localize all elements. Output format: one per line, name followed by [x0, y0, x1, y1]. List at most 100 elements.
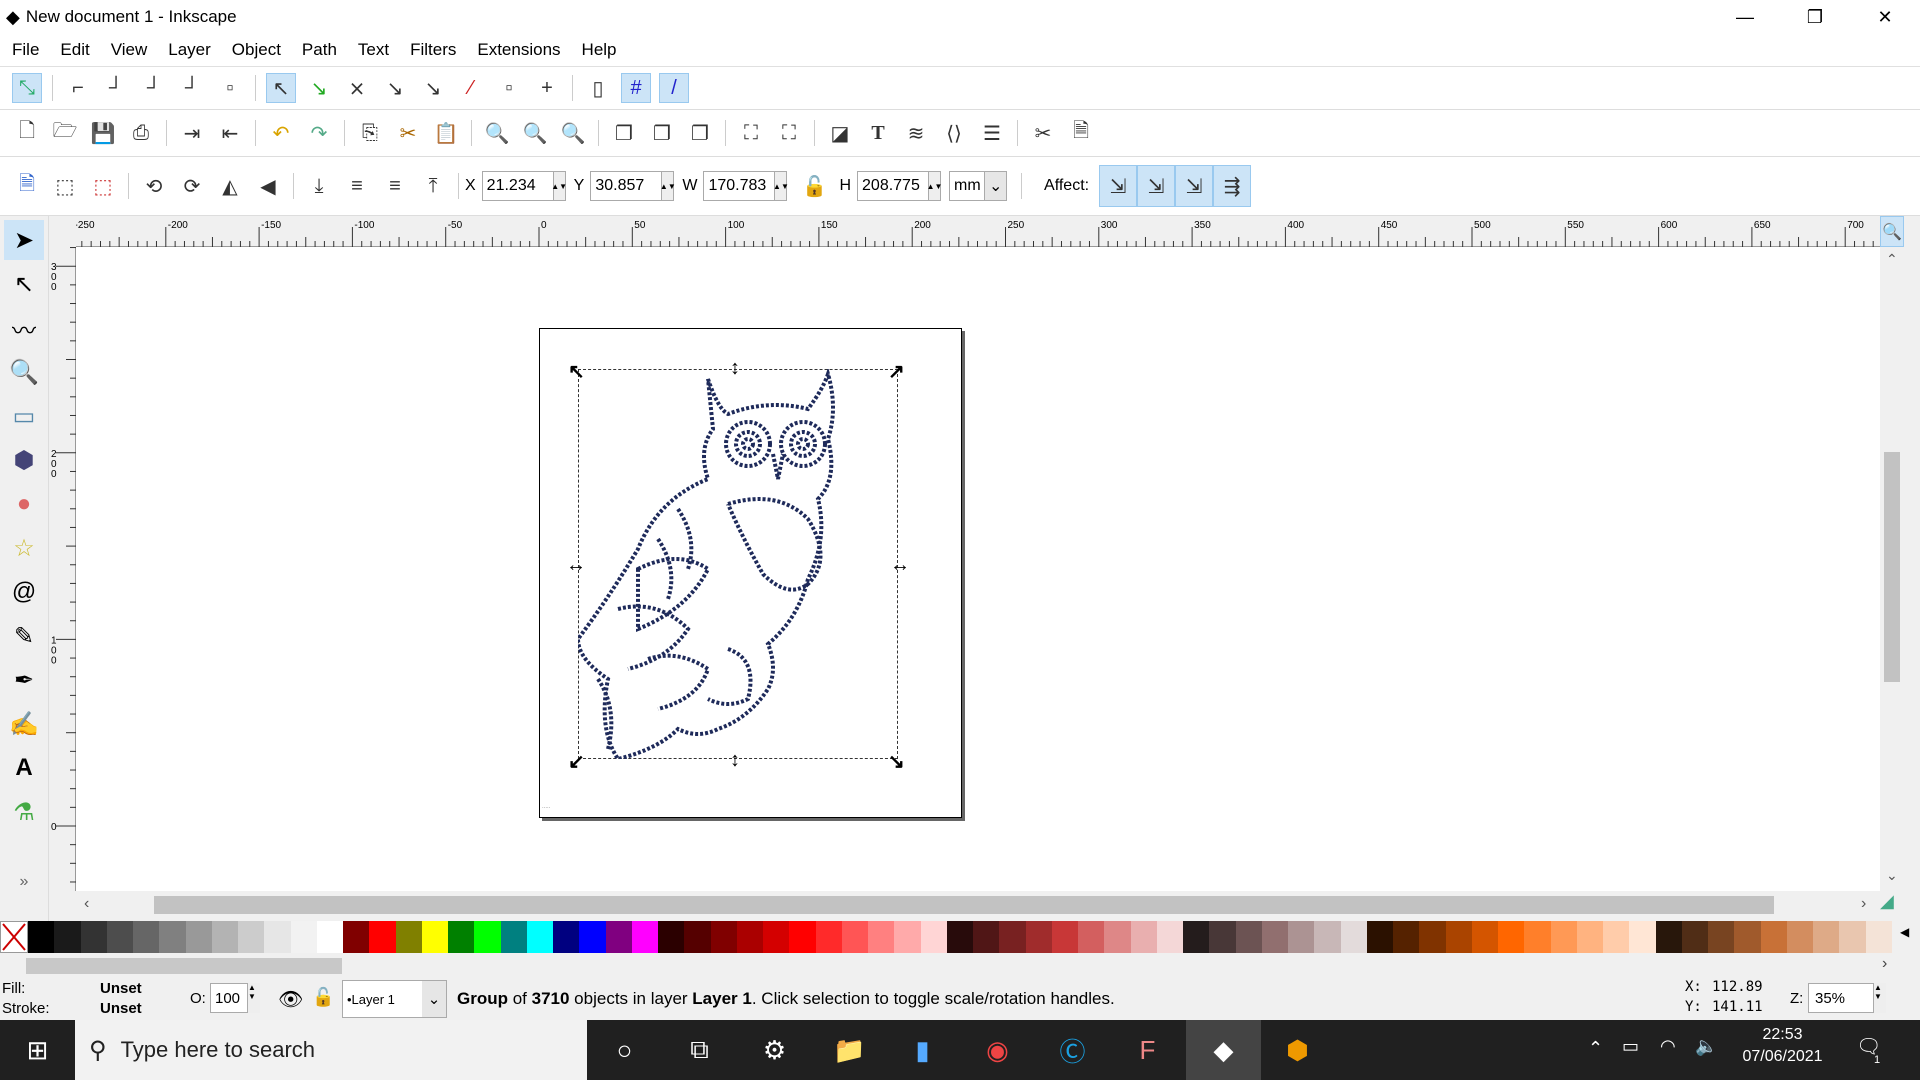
snap-page-icon[interactable]: ▯ [583, 73, 613, 103]
inkscape-taskbar-icon[interactable]: ◆ [1186, 1020, 1261, 1080]
color-swatch[interactable] [841, 921, 868, 953]
color-swatch[interactable] [1261, 921, 1288, 953]
scroll-right-icon[interactable]: › [1861, 895, 1866, 913]
color-swatch[interactable] [1366, 921, 1393, 953]
ungroup-icon[interactable]: ⛶ [774, 118, 804, 148]
color-swatch[interactable] [631, 921, 658, 953]
color-swatch[interactable] [1681, 921, 1708, 953]
spiral-tool-icon[interactable]: @ [4, 572, 44, 612]
open-icon[interactable]: 🗁 [50, 118, 80, 148]
rotate-cw-icon[interactable]: ⟳ [177, 171, 207, 201]
w-spinner[interactable]: ▲▼ [773, 171, 789, 201]
snap-guide-icon[interactable]: / [659, 73, 689, 103]
color-swatch[interactable] [736, 921, 763, 953]
scale-corners-icon[interactable]: ⇲ [1137, 165, 1176, 207]
move-gradients-icon[interactable]: ⇲ [1175, 165, 1214, 207]
align-distribute-icon[interactable]: ☰ [977, 118, 1007, 148]
scale-handle[interactable]: ↕ [730, 357, 740, 380]
color-swatch[interactable] [1104, 921, 1131, 953]
vertical-ruler[interactable]: 3002001000 [49, 247, 76, 891]
color-swatch[interactable] [1550, 921, 1577, 953]
color-swatch[interactable] [80, 921, 107, 953]
snap-bbox-center-icon[interactable]: ▫ [215, 73, 245, 103]
menu-edit[interactable]: Edit [60, 40, 89, 60]
palette-menu-icon[interactable]: ◀ [1900, 925, 1909, 939]
menu-text[interactable]: Text [358, 40, 389, 60]
color-swatch[interactable] [421, 921, 448, 953]
chrome-icon[interactable]: ◉ [960, 1020, 1035, 1080]
stroke-value[interactable]: Unset [100, 1000, 142, 1017]
color-swatch[interactable] [1393, 921, 1420, 953]
lower-to-bottom-icon[interactable]: ⤓ [304, 171, 334, 201]
color-swatch[interactable] [54, 921, 81, 953]
h-spinner[interactable]: ▲▼ [927, 171, 942, 201]
color-swatch[interactable] [920, 921, 947, 953]
star-tool-icon[interactable]: ☆ [4, 528, 44, 568]
layer-lock-icon[interactable]: 🔓 [312, 987, 334, 1008]
zoom-tool-icon[interactable]: 🔍 [4, 352, 44, 392]
color-swatch[interactable] [1051, 921, 1078, 953]
color-swatch[interactable] [894, 921, 921, 953]
color-swatch[interactable] [185, 921, 212, 953]
color-swatch[interactable] [1655, 921, 1682, 953]
snap-toggle-icon[interactable]: ⤡ [12, 73, 42, 103]
color-swatch[interactable] [815, 921, 842, 953]
color-swatch[interactable] [763, 921, 790, 953]
snap-center-icon[interactable]: ▫ [494, 73, 524, 103]
rotate-ccw-icon[interactable]: ⟲ [139, 171, 169, 201]
menu-layer[interactable]: Layer [168, 40, 211, 60]
color-swatch[interactable] [1314, 921, 1341, 953]
scroll-left-icon[interactable]: ‹ [84, 895, 89, 913]
new-document-icon[interactable]: 🗋 [12, 118, 42, 148]
zoom-input[interactable]: 35% [1808, 983, 1874, 1013]
zoom-correction-icon[interactable]: 🔍 [1880, 216, 1904, 247]
menu-object[interactable]: Object [232, 40, 281, 60]
scale-stroke-icon[interactable]: ⇲ [1099, 165, 1138, 207]
color-swatch[interactable] [1235, 921, 1262, 953]
snap-nodes-icon[interactable]: ↖ [266, 73, 296, 103]
w-input[interactable]: 170.783 [703, 171, 776, 201]
menu-view[interactable]: View [111, 40, 148, 60]
color-swatch[interactable] [1130, 921, 1157, 953]
pen-tool-icon[interactable]: ✒ [4, 660, 44, 700]
snap-intersection-icon[interactable]: ⨯ [342, 73, 372, 103]
print-icon[interactable]: ⎙ [126, 118, 156, 148]
color-swatch[interactable] [395, 921, 422, 953]
3d-box-tool-icon[interactable]: ⬢ [4, 440, 44, 480]
select-all-icon[interactable]: 🗎 [12, 171, 42, 201]
color-swatch[interactable] [710, 921, 737, 953]
select-all-layers-icon[interactable]: ⬚ [50, 171, 80, 201]
menu-file[interactable]: File [12, 40, 39, 60]
color-swatch[interactable] [999, 921, 1026, 953]
spray-tool-icon[interactable]: ⚗ [4, 792, 44, 832]
selector-tool-icon[interactable]: ➤ [4, 220, 44, 260]
color-swatch[interactable] [1156, 921, 1183, 953]
scale-handle[interactable]: ↔ [566, 554, 586, 577]
color-swatch[interactable] [605, 921, 632, 953]
color-swatch[interactable] [211, 921, 238, 953]
color-swatch[interactable] [1288, 921, 1315, 953]
color-swatch[interactable] [553, 921, 580, 953]
copy-icon[interactable]: ⎘ [355, 118, 385, 148]
color-manage-icon[interactable]: ◢ [1880, 891, 1904, 918]
node-tool-icon[interactable]: ↖ [4, 264, 44, 304]
color-swatch[interactable] [1734, 921, 1761, 953]
palette-scroll-thumb[interactable] [26, 958, 342, 974]
unlink-clone-icon[interactable]: ❐ [685, 118, 715, 148]
color-swatch[interactable] [316, 921, 343, 953]
color-swatch[interactable] [1340, 921, 1367, 953]
color-swatch[interactable] [474, 921, 501, 953]
taskbar-search[interactable]: ⚲ Type here to search [75, 1020, 587, 1080]
toggle-layer-visibility-icon[interactable]: 👁 [278, 987, 303, 1012]
more-tools-icon[interactable]: » [4, 862, 44, 902]
color-swatch[interactable] [500, 921, 527, 953]
color-swatch[interactable] [133, 921, 160, 953]
color-swatch[interactable] [1078, 921, 1105, 953]
layer-select[interactable]: •Layer 1 ⌄ [342, 980, 447, 1018]
document-properties-icon[interactable]: 🗎 [1066, 118, 1096, 148]
group-icon[interactable]: ⛶ [736, 118, 766, 148]
color-swatch[interactable] [343, 921, 370, 953]
color-swatch[interactable] [1183, 921, 1210, 953]
redo-icon[interactable]: ↷ [304, 118, 334, 148]
unit-select[interactable]: mm ⌄ [949, 171, 1008, 201]
